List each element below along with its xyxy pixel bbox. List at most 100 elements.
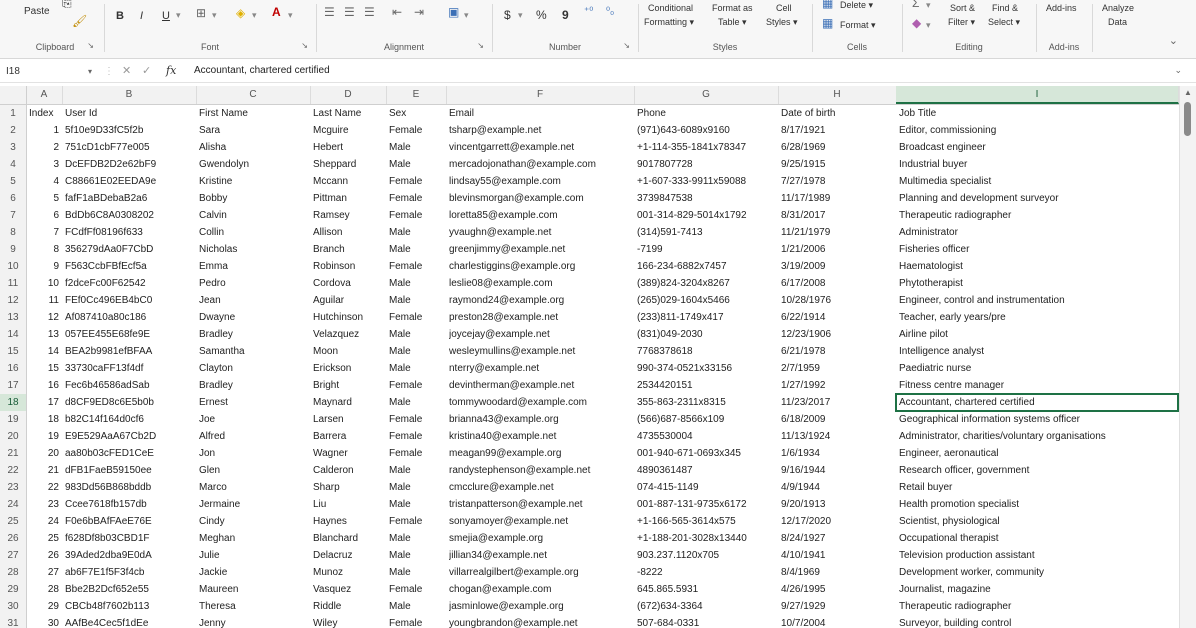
cell-e18[interactable]: Male [389, 394, 443, 411]
align-left-icon[interactable]: ☰ [324, 5, 335, 19]
cell-e7[interactable]: Female [389, 207, 443, 224]
cell-b21[interactable]: aa80b03cFED1CeE [65, 445, 193, 462]
cell-c23[interactable]: Marco [199, 479, 307, 496]
cell-h7[interactable]: 8/31/2017 [781, 207, 893, 224]
cell-c10[interactable]: Emma [199, 258, 307, 275]
cell-c19[interactable]: Joe [199, 411, 307, 428]
cell-c7[interactable]: Calvin [199, 207, 307, 224]
row-header[interactable]: 15 [0, 343, 27, 360]
cell-d29[interactable]: Vasquez [313, 581, 383, 598]
cell-a12[interactable]: 11 [29, 292, 59, 309]
cell-e22[interactable]: Male [389, 462, 443, 479]
cell-h2[interactable]: 8/17/1921 [781, 122, 893, 139]
row-header[interactable]: 21 [0, 445, 27, 462]
cell-a1[interactable]: Index [29, 105, 59, 122]
column-header-a[interactable]: A [26, 86, 63, 104]
cell-e15[interactable]: Male [389, 343, 443, 360]
cell-e4[interactable]: Male [389, 156, 443, 173]
cell-a3[interactable]: 2 [29, 139, 59, 156]
cell-d28[interactable]: Munoz [313, 564, 383, 581]
cell-d20[interactable]: Barrera [313, 428, 383, 445]
cell-c29[interactable]: Maureen [199, 581, 307, 598]
cell-g31[interactable]: 507-684-0331 [637, 615, 775, 628]
row-header[interactable]: 26 [0, 530, 27, 547]
cell-h1[interactable]: Date of birth [781, 105, 893, 122]
cell-f4[interactable]: mercadojonathan@example.com [449, 156, 631, 173]
cell-a17[interactable]: 16 [29, 377, 59, 394]
cell-c28[interactable]: Jackie [199, 564, 307, 581]
cell-b19[interactable]: b82C14f164d0cf6 [65, 411, 193, 428]
formula-input[interactable]: Accountant, chartered certified [194, 65, 330, 76]
decrease-indent-icon[interactable]: ⇤ [392, 5, 402, 19]
column-header-c[interactable]: C [196, 86, 311, 104]
cell-a28[interactable]: 27 [29, 564, 59, 581]
cell-i30[interactable]: Therapeutic radiographer [899, 598, 1175, 615]
cell-e11[interactable]: Male [389, 275, 443, 292]
percent-button[interactable]: % [536, 8, 547, 22]
cell-b2[interactable]: 5f10e9D33fC5f2b [65, 122, 193, 139]
cell-h5[interactable]: 7/27/1978 [781, 173, 893, 190]
cell-b10[interactable]: F563CcbFBfEcf5a [65, 258, 193, 275]
cell-h4[interactable]: 9/25/1915 [781, 156, 893, 173]
row-header[interactable]: 16 [0, 360, 27, 377]
cell-f13[interactable]: preston28@example.net [449, 309, 631, 326]
row-header[interactable]: 4 [0, 156, 27, 173]
cell-g20[interactable]: 4735530004 [637, 428, 775, 445]
format-as-table-button[interactable]: Format as [712, 3, 753, 13]
cell-g8[interactable]: (314)591-7413 [637, 224, 775, 241]
cell-h16[interactable]: 2/7/1959 [781, 360, 893, 377]
cell-i9[interactable]: Fisheries officer [899, 241, 1175, 258]
row-header[interactable]: 20 [0, 428, 27, 445]
cell-b6[interactable]: fafF1aBDebaB2a6 [65, 190, 193, 207]
cell-a29[interactable]: 28 [29, 581, 59, 598]
cell-f12[interactable]: raymond24@example.org [449, 292, 631, 309]
find-select-button[interactable]: Find & [992, 3, 1018, 13]
analyze-data-button[interactable]: Analyze [1102, 3, 1134, 13]
cell-b24[interactable]: Ccee7618fb157db [65, 496, 193, 513]
conditional-formatting-button-line2[interactable]: Formatting ▾ [644, 17, 694, 28]
cell-h31[interactable]: 10/7/2004 [781, 615, 893, 628]
autosum-dropdown-icon[interactable]: ▾ [926, 0, 931, 11]
increase-indent-icon[interactable]: ⇥ [414, 5, 424, 19]
row-header[interactable]: 19 [0, 411, 27, 428]
cell-h27[interactable]: 4/10/1941 [781, 547, 893, 564]
paste-button[interactable]: Paste [24, 6, 50, 17]
cell-f18[interactable]: tommywoodard@example.com [449, 394, 631, 411]
cell-f19[interactable]: brianna43@example.org [449, 411, 631, 428]
cell-a10[interactable]: 9 [29, 258, 59, 275]
cell-a16[interactable]: 15 [29, 360, 59, 377]
cell-d14[interactable]: Velazquez [313, 326, 383, 343]
cell-a27[interactable]: 26 [29, 547, 59, 564]
cell-c18[interactable]: Ernest [199, 394, 307, 411]
row-header[interactable]: 22 [0, 462, 27, 479]
cell-c11[interactable]: Pedro [199, 275, 307, 292]
merge-dropdown-icon[interactable]: ▾ [464, 10, 469, 21]
analyze-data-button-line2[interactable]: Data [1108, 17, 1127, 27]
cell-h24[interactable]: 9/20/1913 [781, 496, 893, 513]
collapse-ribbon-icon[interactable]: ⌄ [1169, 34, 1178, 47]
cell-b11[interactable]: f2dceFc00F62542 [65, 275, 193, 292]
cell-f26[interactable]: smejia@example.org [449, 530, 631, 547]
cell-h15[interactable]: 6/21/1978 [781, 343, 893, 360]
conditional-formatting-button[interactable]: Conditional [648, 3, 693, 13]
cell-d27[interactable]: Delacruz [313, 547, 383, 564]
cell-f5[interactable]: lindsay55@example.com [449, 173, 631, 190]
cell-c24[interactable]: Jermaine [199, 496, 307, 513]
autosum-icon[interactable]: Σ [912, 0, 919, 10]
cell-a24[interactable]: 23 [29, 496, 59, 513]
cell-i24[interactable]: Health promotion specialist [899, 496, 1175, 513]
cell-i3[interactable]: Broadcast engineer [899, 139, 1175, 156]
bold-button[interactable]: B [116, 10, 124, 22]
cell-f6[interactable]: blevinsmorgan@example.com [449, 190, 631, 207]
row-header[interactable]: 9 [0, 241, 27, 258]
cell-f16[interactable]: nterry@example.net [449, 360, 631, 377]
cell-g27[interactable]: 903.237.1120x705 [637, 547, 775, 564]
align-right-icon[interactable]: ☰ [364, 5, 375, 19]
cell-i5[interactable]: Multimedia specialist [899, 173, 1175, 190]
font-color-icon[interactable]: A [272, 5, 281, 19]
cell-g25[interactable]: +1-166-565-3614x575 [637, 513, 775, 530]
cell-a11[interactable]: 10 [29, 275, 59, 292]
cell-i15[interactable]: Intelligence analyst [899, 343, 1175, 360]
alignment-launcher-icon[interactable]: ↘ [477, 41, 484, 50]
cell-i11[interactable]: Phytotherapist [899, 275, 1175, 292]
